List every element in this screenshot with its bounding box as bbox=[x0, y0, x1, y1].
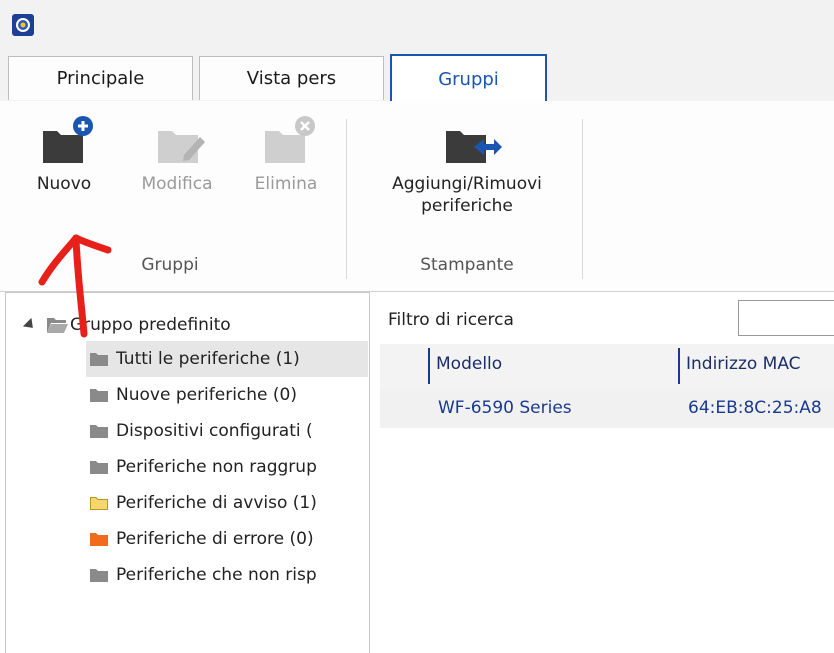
title-bar bbox=[0, 0, 834, 52]
add-remove-label-line2: periferiche bbox=[421, 196, 513, 216]
tree-item[interactable]: Nuove periferiche (0) bbox=[86, 377, 297, 413]
expand-arrow-icon[interactable] bbox=[22, 317, 38, 333]
delete-button-label: Elimina bbox=[254, 174, 318, 194]
tree-item-label: Periferiche di avviso (1) bbox=[116, 493, 317, 513]
tree-item[interactable]: Dispositivi configurati ( bbox=[86, 413, 313, 449]
warning-folder-icon bbox=[90, 497, 108, 510]
folder-icon bbox=[90, 389, 108, 402]
column-separator[interactable] bbox=[428, 348, 430, 384]
table-row[interactable]: WF-6590 Series 64:EB:8C:25:A8 bbox=[380, 388, 834, 428]
folder-transfer-icon bbox=[446, 131, 502, 163]
edit-button-label: Modifica bbox=[141, 174, 213, 194]
tab-vista-pers[interactable]: Vista pers bbox=[199, 56, 384, 100]
tree-root-item[interactable]: Gruppo predefinito bbox=[22, 307, 231, 343]
tree-item-label: Periferiche che non risp bbox=[116, 565, 317, 585]
tree-item-label: Nuove periferiche (0) bbox=[116, 385, 297, 405]
column-header-mac[interactable]: Indirizzo MAC bbox=[686, 354, 801, 374]
tree-item-label: Periferiche non raggrup bbox=[116, 457, 317, 477]
new-button-label: Nuovo bbox=[36, 174, 92, 194]
group-label-gruppi: Gruppi bbox=[141, 255, 199, 275]
group-tree: Gruppo predefinito Tutti le periferiche … bbox=[5, 292, 370, 653]
folder-edit-icon bbox=[158, 131, 205, 163]
column-header-model[interactable]: Modello bbox=[436, 354, 502, 374]
ribbon-panel: Nuovo Modifica Elimina Gruppi Aggiungi/R… bbox=[0, 101, 834, 292]
tree-item-label: Periferiche di errore (0) bbox=[116, 529, 314, 549]
error-folder-icon bbox=[90, 533, 108, 546]
ribbon-separator bbox=[346, 119, 347, 279]
grid-header: Modello Indirizzo MAC bbox=[380, 344, 834, 388]
tree-item-label: Dispositivi configurati ( bbox=[116, 421, 313, 441]
tree-item[interactable]: Periferiche di avviso (1) bbox=[86, 485, 317, 521]
tree-root-label: Gruppo predefinito bbox=[70, 315, 231, 335]
folder-delete-icon bbox=[265, 116, 315, 163]
new-group-button[interactable]: Nuovo bbox=[22, 115, 106, 195]
tab-principale[interactable]: Principale bbox=[8, 56, 193, 100]
tree-item[interactable]: Periferiche di errore (0) bbox=[86, 521, 314, 557]
group-label-stampante: Stampante bbox=[420, 255, 514, 275]
add-remove-devices-button[interactable]: Aggiungi/Rimuovi periferiche bbox=[362, 115, 572, 217]
device-list-pane: Filtro di ricerca Modello Indirizzo MAC … bbox=[372, 292, 834, 653]
tree-item[interactable]: Tutti le periferiche (1) bbox=[86, 341, 368, 377]
folder-icon bbox=[90, 569, 108, 582]
open-folder-icon bbox=[47, 318, 68, 333]
column-separator[interactable] bbox=[678, 348, 680, 384]
tree-item-label: Tutti le periferiche (1) bbox=[116, 349, 300, 369]
delete-group-button[interactable]: Elimina bbox=[240, 115, 332, 195]
search-filter-input[interactable] bbox=[738, 300, 834, 336]
folder-icon bbox=[90, 461, 108, 474]
folder-icon bbox=[90, 353, 108, 366]
add-remove-label-line1: Aggiungi/Rimuovi bbox=[392, 174, 542, 194]
edit-group-button[interactable]: Modifica bbox=[128, 115, 226, 195]
ribbon-separator-2 bbox=[582, 119, 583, 279]
folder-add-icon bbox=[43, 116, 93, 163]
ribbon-tab-bar: Principale Vista pers Gruppi bbox=[0, 52, 834, 102]
tree-item[interactable]: Periferiche che non risp bbox=[86, 557, 317, 593]
cell-mac: 64:EB:8C:25:A8 bbox=[688, 398, 822, 418]
cell-model: WF-6590 Series bbox=[438, 398, 572, 418]
tree-item[interactable]: Periferiche non raggrup bbox=[86, 449, 317, 485]
app-logo-icon bbox=[12, 14, 34, 36]
tab-gruppi[interactable]: Gruppi bbox=[390, 54, 547, 102]
folder-icon bbox=[90, 425, 108, 438]
search-filter-label: Filtro di ricerca bbox=[388, 310, 514, 330]
